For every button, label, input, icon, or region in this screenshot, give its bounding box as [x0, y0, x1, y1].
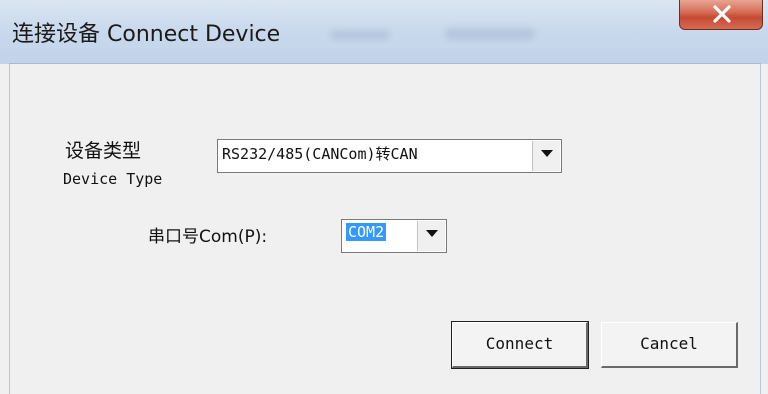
connect-device-dialog: 连接设备 Connect Device 设备类型 Device Type RS2… [0, 0, 768, 394]
com-port-label-text: 串口号Com(P): [148, 227, 268, 247]
window-title: 连接设备 Connect Device [12, 22, 281, 47]
com-port-dropdown-button[interactable] [417, 221, 445, 251]
close-icon [713, 5, 731, 23]
device-type-label-cn: 设备类型 [65, 140, 142, 162]
chevron-down-icon [426, 230, 438, 237]
connect-button[interactable]: Connect [451, 321, 589, 369]
com-port-select[interactable]: COM2 [341, 219, 447, 253]
dialog-body: 设备类型 Device Type RS232/485(CANCom)转CAN 串… [9, 64, 761, 394]
chevron-down-icon [541, 150, 553, 157]
device-type-value: RS232/485(CANCom)转CAN [222, 145, 418, 163]
com-port-label: 串口号Com(P): [148, 222, 267, 247]
close-button[interactable] [679, 0, 763, 30]
device-type-label-en: Device Type [63, 170, 163, 188]
device-type-dropdown-button[interactable] [532, 141, 560, 171]
cancel-button[interactable]: Cancel [601, 322, 738, 368]
title-bar[interactable]: 连接设备 Connect Device [0, 0, 768, 64]
com-port-value: COM2 [346, 223, 387, 241]
title-bar-reflection [445, 28, 535, 40]
device-type-select[interactable]: RS232/485(CANCom)转CAN [217, 139, 562, 173]
title-bar-reflection [330, 30, 390, 40]
